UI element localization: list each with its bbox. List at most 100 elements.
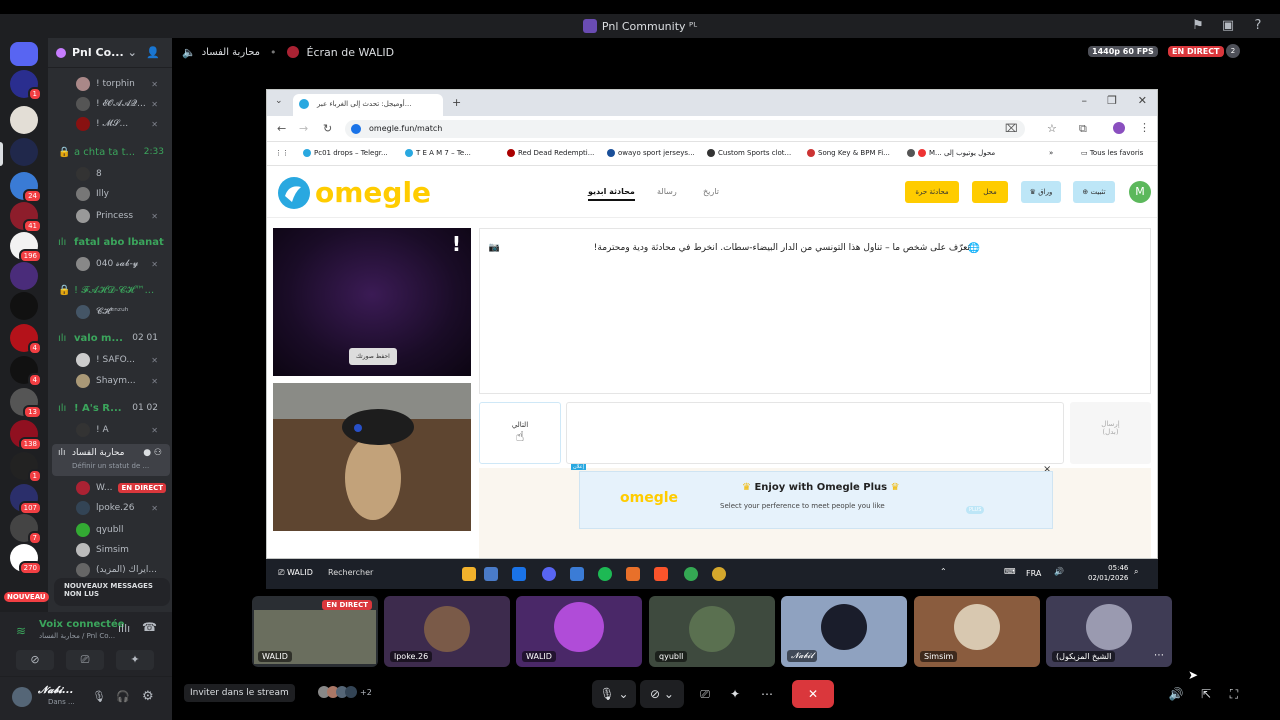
camera-off-button[interactable]: ⊘ ⌄ xyxy=(640,680,684,708)
chrome-icon[interactable] xyxy=(684,567,698,581)
more-bookmarks-icon[interactable]: » xyxy=(1049,149,1053,157)
server-icon[interactable]: 270 xyxy=(10,544,42,575)
microphone-button[interactable]: 🎙 ⌄ xyxy=(592,680,636,708)
taskbar-search[interactable]: Rechercher xyxy=(328,568,373,577)
nav-text-chat[interactable]: رسالة xyxy=(657,187,677,196)
fullscreen-icon[interactable]: ⛶ xyxy=(1224,680,1244,708)
screen-share-icon[interactable]: ⎚ xyxy=(66,650,104,670)
install-app-button[interactable]: ⊕ تثبيت xyxy=(1073,181,1115,203)
bookmark-item[interactable]: owayo sport jerseys... xyxy=(607,149,695,157)
username[interactable]: 𝓝𝓪𝓫𝓲... xyxy=(38,685,74,696)
more-options-icon[interactable]: ⋯ xyxy=(756,680,778,708)
server-icon[interactable]: 41 xyxy=(10,202,42,233)
minimize-icon[interactable]: – xyxy=(1082,94,1088,107)
menu-icon[interactable]: ⋮ xyxy=(1139,121,1150,134)
unread-messages-banner[interactable]: NOUVEAUX MESSAGES NON LUS xyxy=(54,578,170,606)
clock[interactable]: 05:46 02/01/2026 xyxy=(1088,563,1128,583)
voice-user[interactable]: Princess ✕ xyxy=(76,206,168,226)
participant-tile[interactable]: qyubll xyxy=(649,596,775,667)
participant-tile[interactable]: EN DIRECT WALID xyxy=(252,596,378,667)
voice-channel[interactable]: ılı fatal abo lbanat xyxy=(48,232,172,252)
apps-icon[interactable]: ⋮⋮ xyxy=(275,149,289,157)
voice-user[interactable]: ! A ✕ xyxy=(76,420,168,440)
camera-off-icon[interactable]: ⊘ xyxy=(16,650,54,670)
avatar[interactable]: M xyxy=(1129,181,1151,203)
participant-tile[interactable]: Simsim xyxy=(914,596,1040,667)
extensions-icon[interactable]: ⧉ xyxy=(1079,122,1087,136)
avatar[interactable] xyxy=(12,687,32,707)
nav-history[interactable]: تاريخ xyxy=(703,187,719,196)
store-icon[interactable] xyxy=(484,567,498,581)
gender-filter-button[interactable]: محل xyxy=(972,181,1008,203)
popout-icon[interactable]: ⇱ xyxy=(1196,680,1216,708)
folder-icon[interactable] xyxy=(462,567,476,581)
add-user-icon[interactable]: 👤 xyxy=(146,46,160,59)
server-header[interactable]: Pnl Co... ⌄ 👤 xyxy=(48,38,172,68)
omegle-logo[interactable]: omegle xyxy=(275,174,431,212)
free-chat-button[interactable]: محادثة حرة xyxy=(905,181,959,203)
activity-icon[interactable]: ✦ xyxy=(724,680,746,708)
voice-channel[interactable]: 🔒 a chta ta t... 2:33 xyxy=(48,142,172,162)
disconnect-icon[interactable]: ☎ xyxy=(142,620,157,634)
participant-tile[interactable]: (الشيخ المزيكول ⋯ xyxy=(1046,596,1172,667)
voice-user[interactable]: Illy xyxy=(76,184,168,204)
next-button[interactable]: التالي ☝ xyxy=(479,402,561,464)
voice-user[interactable]: ! torphin ✕ xyxy=(76,74,168,94)
brave-icon[interactable] xyxy=(654,567,668,581)
site-info-icon[interactable] xyxy=(351,124,361,134)
all-bookmarks[interactable]: ▭ Tous les favoris xyxy=(1081,149,1143,157)
language-indicator[interactable]: FRA xyxy=(1026,569,1041,578)
leave-call-button[interactable]: ✕ xyxy=(792,680,834,708)
invite-to-stream-button[interactable]: Inviter dans le stream xyxy=(184,684,295,702)
translate-icon[interactable]: ⌧ xyxy=(1005,122,1018,135)
voice-user[interactable]: W... EN DIRECT xyxy=(76,478,168,498)
server-icon[interactable]: 13 xyxy=(10,388,42,419)
activity-icon[interactable]: ✦ xyxy=(116,650,154,670)
voice-channel[interactable]: ılı valo m... 02 01 xyxy=(48,328,172,348)
server-icon[interactable]: 1 xyxy=(10,70,42,101)
bookmark-item[interactable]: Custom Sports clot... xyxy=(707,149,791,157)
nav-video-chat[interactable]: محادثة ابديو xyxy=(588,187,635,201)
bookmark-item[interactable]: Pc01 drops – Telegr... xyxy=(303,149,388,157)
voice-channel[interactable]: 🔒! 𝓕𝓐𝓗𝓓-𝓒𝓗™... xyxy=(48,280,172,300)
server-icon[interactable]: 1 xyxy=(10,452,42,483)
new-tab-icon[interactable]: + xyxy=(452,96,461,109)
active-voice-channel[interactable]: ılı محاربة الفساد ● ⚇ Définir un statut … xyxy=(52,444,170,476)
server-icon[interactable]: 4 xyxy=(10,324,42,355)
bookmark-item[interactable]: T E A M 7 – Te... xyxy=(405,149,471,157)
voice-channel-name[interactable]: محاربة الفساد xyxy=(202,47,260,58)
voice-location[interactable]: محاربة الفساد / Pnl Co... xyxy=(39,632,115,640)
save-photo-button[interactable]: احفظ صورتك xyxy=(349,348,397,365)
participant-avatars[interactable]: +2 xyxy=(318,686,372,698)
bookmark-item[interactable]: Red Dead Redempti... xyxy=(507,149,594,157)
participant-tile[interactable]: 𝓝𝓪𝓫𝓲𝓵 xyxy=(781,596,907,667)
report-button[interactable]: ! xyxy=(452,232,461,256)
app-icon[interactable] xyxy=(626,567,640,581)
address-bar[interactable]: omegle.fun/match xyxy=(345,120,1025,138)
voice-user[interactable]: ! 𝓜𝓢... ✕ xyxy=(76,114,168,134)
voice-user[interactable]: Shaym... ✕ xyxy=(76,371,168,391)
browser-tab[interactable]: أوميجل: تحدث إلى الغرباء عبر... xyxy=(293,94,443,116)
discord-home-icon[interactable] xyxy=(10,42,38,66)
screen-share-icon[interactable]: ⎚ xyxy=(694,680,716,708)
server-icon[interactable] xyxy=(10,262,38,290)
bookmark-item[interactable]: Song Key & BPM Fi... xyxy=(807,149,890,157)
ad-banner[interactable]: omegle ♛ Enjoy with Omegle Plus ♛ Select… xyxy=(579,471,1053,529)
voice-user[interactable]: qyubll xyxy=(76,520,168,540)
flag-icon[interactable]: ⚑ xyxy=(1190,18,1206,34)
voice-user[interactable]: ! 𝓔𝓞𝓐𝓐𝓠... ✕ xyxy=(76,94,168,114)
server-icon[interactable] xyxy=(10,106,38,134)
server-icon[interactable]: 4 xyxy=(10,356,42,387)
spotify-icon[interactable] xyxy=(598,567,612,581)
headphones-icon[interactable]: 🎧 xyxy=(116,690,130,703)
voice-user[interactable]: 040 𝓼𝓪𝓫-𝔂 ✕ xyxy=(76,254,168,274)
server-icon[interactable]: 107 xyxy=(10,484,42,515)
restore-icon[interactable]: ❐ xyxy=(1107,94,1117,107)
forward-icon[interactable]: → xyxy=(299,122,308,135)
vip-button[interactable]: ♛ وراق xyxy=(1021,181,1061,203)
voice-user[interactable]: Simsim xyxy=(76,540,168,560)
inbox-icon[interactable]: ▣ xyxy=(1220,18,1236,34)
discord-icon[interactable] xyxy=(542,567,556,581)
taskbar-user[interactable]: ⎚ WALID xyxy=(278,568,313,578)
chevron-up-icon[interactable]: ⌃ xyxy=(940,567,947,576)
